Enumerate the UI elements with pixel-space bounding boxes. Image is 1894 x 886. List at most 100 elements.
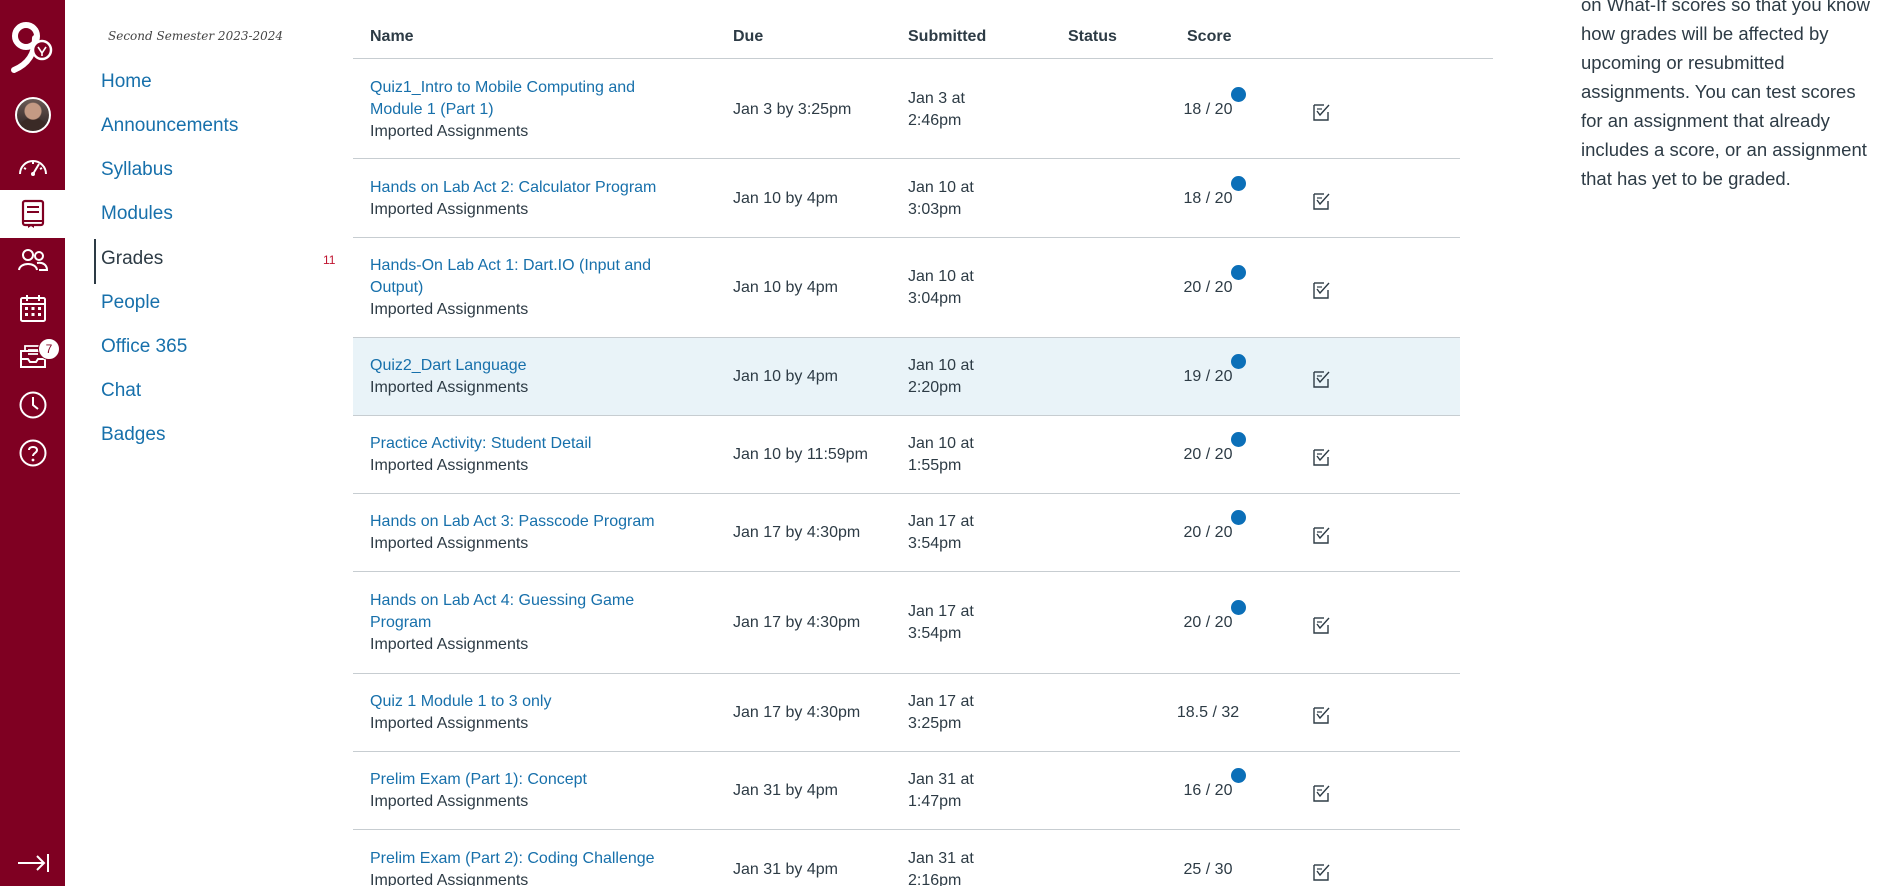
account-nav-item[interactable] bbox=[0, 92, 65, 138]
assignment-cell: Hands-On Lab Act 1: Dart.IO (Input and O… bbox=[370, 255, 670, 321]
assignment-cell: Hands on Lab Act 3: Passcode Program Impo… bbox=[370, 511, 670, 555]
course-nav-people[interactable]: People bbox=[101, 292, 160, 314]
score[interactable]: 19 / 20 bbox=[1143, 366, 1273, 388]
score[interactable]: 20 / 20 bbox=[1143, 277, 1273, 299]
assignment-link[interactable]: Quiz 1 Module 1 to 3 only bbox=[370, 691, 670, 713]
assignment-link[interactable]: Hands on Lab Act 3: Passcode Program bbox=[370, 511, 670, 533]
collapse-nav-button[interactable] bbox=[0, 840, 65, 886]
header-name[interactable]: Name bbox=[370, 28, 414, 46]
assignment-link[interactable]: Practice Activity: Student Detail bbox=[370, 433, 670, 455]
rubric-icon[interactable] bbox=[1311, 447, 1331, 467]
unread-comment-dot bbox=[1231, 87, 1246, 102]
assignment-group: Imported Assignments bbox=[370, 201, 529, 218]
unread-comment-dot bbox=[1231, 432, 1246, 447]
table-row: Practice Activity: Student Detail Importe… bbox=[353, 416, 1460, 494]
score[interactable]: 20 / 20 bbox=[1143, 444, 1273, 466]
assignment-link[interactable]: Hands on Lab Act 4: Guessing Game Progra… bbox=[370, 590, 670, 634]
groups-nav-item[interactable] bbox=[0, 237, 65, 283]
assignment-cell: Hands on Lab Act 4: Guessing Game Progra… bbox=[370, 590, 670, 656]
rubric-icon[interactable] bbox=[1311, 705, 1331, 725]
assignment-cell: Prelim Exam (Part 2): Coding Challenge Im… bbox=[370, 848, 670, 886]
course-nav-chat[interactable]: Chat bbox=[101, 380, 141, 402]
table-header: Name Due Submitted Status Score bbox=[353, 22, 1493, 59]
unread-comment-dot bbox=[1231, 768, 1246, 783]
score[interactable]: 18 / 20 bbox=[1143, 188, 1273, 210]
submitted-date: Jan 10 at 1:55pm bbox=[908, 435, 974, 474]
score[interactable]: 25 / 30 bbox=[1143, 859, 1273, 881]
assignment-link[interactable]: Quiz2_Dart Language bbox=[370, 355, 670, 377]
submitted-date: Jan 17 at 3:25pm bbox=[908, 693, 974, 732]
table-row: Quiz1_Intro to Mobile Computing and Modu… bbox=[353, 60, 1460, 159]
unread-comment-dot bbox=[1231, 354, 1246, 369]
score[interactable]: 18 / 20 bbox=[1143, 99, 1273, 121]
score[interactable]: 20 / 20 bbox=[1143, 522, 1273, 544]
due-date: Jan 10 by 4pm bbox=[733, 368, 838, 385]
clock-icon bbox=[19, 391, 46, 419]
assignment-link[interactable]: Prelim Exam (Part 1): Concept bbox=[370, 769, 670, 791]
history-nav-item[interactable] bbox=[0, 382, 65, 428]
course-nav-badges[interactable]: Badges bbox=[101, 424, 165, 446]
due-date: Jan 17 by 4:30pm bbox=[733, 704, 861, 721]
course-nav-home[interactable]: Home bbox=[101, 71, 152, 93]
dashboard-icon bbox=[18, 160, 47, 176]
course-nav-grades[interactable]: Grades bbox=[101, 248, 163, 270]
header-submitted[interactable]: Submitted bbox=[908, 28, 986, 46]
assignment-cell: Hands on Lab Act 2: Calculator Program Im… bbox=[370, 177, 670, 221]
table-row: Prelim Exam (Part 2): Coding Challenge Im… bbox=[353, 830, 1460, 886]
help-nav-item[interactable] bbox=[0, 430, 65, 476]
help-icon bbox=[19, 439, 46, 467]
grades-count-badge: 11 bbox=[323, 253, 336, 267]
rubric-icon[interactable] bbox=[1311, 191, 1331, 211]
assignment-group: Imported Assignments bbox=[370, 715, 529, 732]
rubric-icon[interactable] bbox=[1311, 280, 1331, 300]
rubric-icon[interactable] bbox=[1311, 369, 1331, 389]
unread-comment-dot bbox=[1231, 176, 1246, 191]
table-row: Prelim Exam (Part 1): Concept Imported As… bbox=[353, 752, 1460, 830]
assignment-group: Imported Assignments bbox=[370, 793, 529, 810]
global-nav: 7 bbox=[0, 0, 65, 886]
assignment-link[interactable]: Hands on Lab Act 2: Calculator Program bbox=[370, 177, 670, 199]
rubric-icon[interactable] bbox=[1311, 783, 1331, 803]
course-nav-office365[interactable]: Office 365 bbox=[101, 336, 187, 358]
school-logo[interactable] bbox=[8, 18, 58, 74]
calendar-icon bbox=[19, 295, 46, 322]
assignment-link[interactable]: Prelim Exam (Part 2): Coding Challenge bbox=[370, 848, 670, 870]
table-row: Quiz 1 Module 1 to 3 only Imported Assign… bbox=[353, 674, 1460, 752]
assignment-cell: Prelim Exam (Part 1): Concept Imported As… bbox=[370, 769, 670, 813]
avatar bbox=[14, 97, 51, 133]
course-nav-modules[interactable]: Modules bbox=[101, 203, 173, 225]
assignment-cell: Quiz1_Intro to Mobile Computing and Modu… bbox=[370, 77, 670, 143]
score[interactable]: 18.5 / 32 bbox=[1143, 702, 1273, 724]
unread-comment-dot bbox=[1231, 600, 1246, 615]
rubric-icon[interactable] bbox=[1311, 525, 1331, 545]
rubric-icon[interactable] bbox=[1311, 102, 1331, 122]
active-indicator bbox=[94, 239, 96, 284]
header-due[interactable]: Due bbox=[733, 28, 763, 46]
submitted-date: Jan 10 at 2:20pm bbox=[908, 357, 974, 396]
dashboard-nav-item[interactable] bbox=[0, 142, 65, 188]
score[interactable]: 16 / 20 bbox=[1143, 780, 1273, 802]
course-nav-announcements[interactable]: Announcements bbox=[101, 115, 238, 137]
header-status[interactable]: Status bbox=[1068, 28, 1117, 46]
table-row: Hands on Lab Act 3: Passcode Program Impo… bbox=[353, 494, 1460, 572]
score[interactable]: 20 / 20 bbox=[1143, 612, 1273, 634]
assignment-link[interactable]: Hands-On Lab Act 1: Dart.IO (Input and O… bbox=[370, 255, 670, 299]
rubric-icon[interactable] bbox=[1311, 862, 1331, 882]
assignment-link[interactable]: Quiz1_Intro to Mobile Computing and Modu… bbox=[370, 77, 670, 121]
courses-icon bbox=[21, 199, 44, 228]
due-date: Jan 31 by 4pm bbox=[733, 861, 838, 878]
due-date: Jan 31 by 4pm bbox=[733, 782, 838, 799]
submitted-date: Jan 17 at 3:54pm bbox=[908, 513, 974, 552]
submitted-date: Jan 17 at 3:54pm bbox=[908, 603, 974, 642]
courses-nav-item[interactable] bbox=[0, 190, 65, 238]
assignment-cell: Practice Activity: Student Detail Importe… bbox=[370, 433, 670, 477]
calendar-nav-item[interactable] bbox=[0, 285, 65, 331]
submitted-date: Jan 10 at 3:04pm bbox=[908, 268, 974, 307]
course-nav-syllabus[interactable]: Syllabus bbox=[101, 159, 173, 181]
header-score[interactable]: Score bbox=[1187, 28, 1231, 46]
submitted-date: Jan 3 at 2:46pm bbox=[908, 90, 965, 129]
submitted-date: Jan 31 at 2:16pm bbox=[908, 850, 974, 886]
inbox-unread-badge: 7 bbox=[38, 338, 60, 360]
rubric-icon[interactable] bbox=[1311, 615, 1331, 635]
due-date: Jan 17 by 4:30pm bbox=[733, 614, 861, 631]
